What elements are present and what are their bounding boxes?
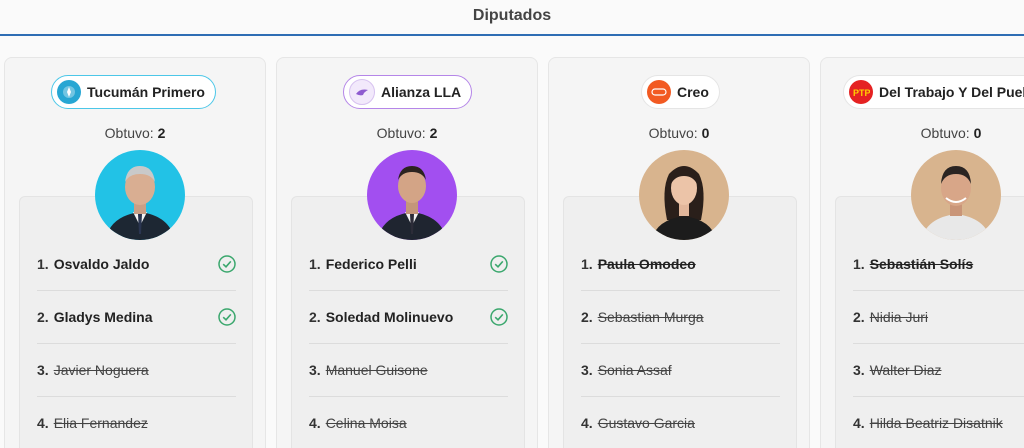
candidate-number: 2. — [37, 309, 49, 325]
candidate-row: 1. Paula Omodeo — [581, 238, 780, 291]
candidate-number: 3. — [37, 362, 49, 378]
party-name: Del Trabajo Y Del Pueblo — [879, 84, 1024, 100]
party-card-creo: Creo Obtuvo: 0 1. Paula Omodeo 2. Sebast… — [548, 57, 810, 448]
creo-logo-icon — [647, 80, 671, 104]
candidate-name: Sebastian Murga — [597, 309, 704, 325]
candidate-row: 2. Nidia Juri — [853, 291, 1024, 344]
candidate-name: Nidia Juri — [869, 309, 929, 325]
check-circle-icon — [218, 308, 236, 326]
candidate-number: 3. — [581, 362, 593, 378]
candidate-number: 2. — [853, 309, 865, 325]
svg-text:PTP: PTP — [853, 88, 870, 98]
candidate-number: 1. — [37, 256, 49, 272]
seats-obtained: Obtuvo: 0 — [821, 125, 1024, 141]
candidate-avatar — [95, 150, 185, 240]
candidate-name: Walter Diaz — [869, 362, 942, 378]
candidate-number: 1. — [853, 256, 865, 272]
candidate-name: Federico Pelli — [325, 256, 417, 272]
candidate-row: 1. Osvaldo Jaldo — [37, 238, 236, 291]
candidate-name: Gustavo Garcia — [597, 415, 695, 431]
candidate-number: 4. — [37, 415, 49, 431]
obtuvo-value: 2 — [429, 125, 438, 141]
candidate-name: Osvaldo Jaldo — [53, 256, 150, 272]
ptp-logo-icon: PTP — [849, 80, 873, 104]
candidate-number: 1. — [581, 256, 593, 272]
candidate-row: 4. Hilda Beatriz Disatnik — [853, 397, 1024, 448]
tucuman-primero-logo-icon — [57, 80, 81, 104]
candidate-row: 3. Javier Noguera — [37, 344, 236, 397]
candidate-row: 3. Manuel Guisone — [309, 344, 508, 397]
candidate-number: 1. — [309, 256, 321, 272]
obtuvo-label: Obtuvo: — [104, 125, 154, 141]
obtuvo-value: 2 — [157, 125, 166, 141]
obtuvo-label: Obtuvo: — [648, 125, 698, 141]
obtuvo-label: Obtuvo: — [376, 125, 426, 141]
party-name: Tucumán Primero — [87, 84, 205, 100]
candidate-row: 2. Gladys Medina — [37, 291, 236, 344]
candidate-name: Sonia Assaf — [597, 362, 672, 378]
candidate-name: Celina Moisa — [325, 415, 407, 431]
candidate-number: 4. — [581, 415, 593, 431]
party-pill[interactable]: Creo — [641, 75, 720, 109]
party-pill[interactable]: Tucumán Primero — [51, 75, 216, 109]
candidate-row: 2. Soledad Molinuevo — [309, 291, 508, 344]
candidate-number: 4. — [853, 415, 865, 431]
top-bar: Diputados — [0, 0, 1024, 36]
check-circle-icon — [490, 308, 508, 326]
candidate-number: 2. — [309, 309, 321, 325]
candidate-row: 4. Elia Fernandez — [37, 397, 236, 448]
check-circle-icon — [490, 255, 508, 273]
check-circle-icon — [218, 255, 236, 273]
candidate-row: 1. Sebastián Solís — [853, 238, 1024, 291]
candidate-row: 2. Sebastian Murga — [581, 291, 780, 344]
candidate-list: 1. Sebastián Solís 2. Nidia Juri 3. Walt… — [835, 196, 1024, 448]
obtuvo-label: Obtuvo: — [920, 125, 970, 141]
candidate-avatar — [911, 150, 1001, 240]
obtuvo-value: 0 — [701, 125, 710, 141]
seats-obtained: Obtuvo: 0 — [549, 125, 809, 141]
candidate-number: 4. — [309, 415, 321, 431]
party-cards: Tucumán Primero Obtuvo: 2 1. Osvaldo Jal… — [4, 57, 1024, 448]
seats-obtained: Obtuvo: 2 — [5, 125, 265, 141]
candidate-row: 4. Celina Moisa — [309, 397, 508, 448]
candidate-row: 3. Sonia Assaf — [581, 344, 780, 397]
candidate-name: Hilda Beatriz Disatnik — [869, 415, 1003, 431]
candidate-avatar — [367, 150, 457, 240]
party-card-tucuman-primero: Tucumán Primero Obtuvo: 2 1. Osvaldo Jal… — [4, 57, 266, 448]
page-title: Diputados — [472, 7, 552, 24]
party-name: Alianza LLA — [381, 84, 462, 100]
lla-lion-logo-icon — [349, 79, 375, 105]
candidate-avatar — [639, 150, 729, 240]
candidate-name: Javier Noguera — [53, 362, 149, 378]
candidate-row: 1. Federico Pelli — [309, 238, 508, 291]
party-pill[interactable]: Alianza LLA — [343, 75, 473, 109]
candidate-number: 2. — [581, 309, 593, 325]
party-card-del-trabajo-y-del-pueblo: PTP Del Trabajo Y Del Pueblo Obtuvo: 0 1… — [820, 57, 1024, 448]
candidate-name: Sebastián Solís — [869, 256, 974, 272]
candidate-row: 3. Walter Diaz — [853, 344, 1024, 397]
candidate-row: 4. Gustavo Garcia — [581, 397, 780, 448]
party-card-alianza-lla: Alianza LLA Obtuvo: 2 1. Federico Pelli … — [276, 57, 538, 448]
candidate-number: 3. — [309, 362, 321, 378]
candidate-name: Elia Fernandez — [53, 415, 148, 431]
candidate-name: Gladys Medina — [53, 309, 153, 325]
obtuvo-value: 0 — [973, 125, 982, 141]
candidate-name: Soledad Molinuevo — [325, 309, 454, 325]
candidate-name: Paula Omodeo — [597, 256, 696, 272]
seats-obtained: Obtuvo: 2 — [277, 125, 537, 141]
candidate-number: 3. — [853, 362, 865, 378]
party-name: Creo — [677, 84, 709, 100]
candidate-name: Manuel Guisone — [325, 362, 428, 378]
party-pill[interactable]: PTP Del Trabajo Y Del Pueblo — [843, 75, 1024, 109]
